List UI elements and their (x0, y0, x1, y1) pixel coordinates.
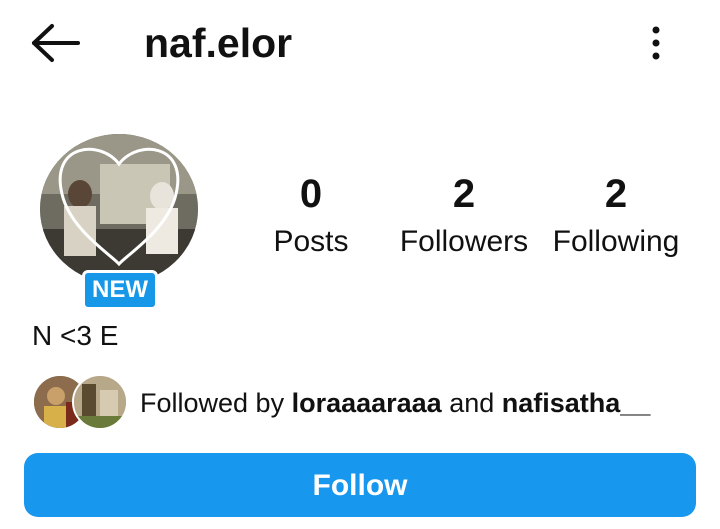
new-badge: NEW (82, 270, 158, 310)
follow-button[interactable]: Follow (24, 453, 696, 517)
followers-stat[interactable]: 2 Followers (393, 170, 535, 262)
mutual-avatar-2 (72, 374, 128, 430)
mutual-avatar-photo-2 (74, 376, 126, 428)
profile-header: naf.elor (0, 0, 720, 86)
mutual-prefix: Followed by (140, 388, 292, 418)
followers-count: 2 (452, 172, 476, 216)
posts-label: Posts (273, 225, 349, 258)
posts-count: 0 (299, 172, 323, 216)
mutual-user-2[interactable]: nafisatha__ (502, 388, 651, 418)
following-count: 2 (604, 172, 628, 216)
avatar-photo (40, 134, 198, 284)
arrow-left-icon[interactable] (30, 22, 82, 64)
following-stat[interactable]: 2 Following (544, 170, 688, 262)
page-title: naf.elor (144, 20, 293, 66)
mutual-joiner: and (441, 388, 502, 418)
mutual-followers-text: Followed by loraaaaraaa and nafisatha__ (140, 386, 650, 420)
posts-stat[interactable]: 0 Posts (250, 170, 372, 262)
following-label: Following (552, 225, 680, 258)
mutual-user-1[interactable]: loraaaaraaa (292, 388, 442, 418)
mutual-followers[interactable]: Followed by loraaaaraaa and nafisatha__ (32, 374, 692, 430)
more-vertical-icon[interactable] (640, 22, 672, 64)
avatar (40, 134, 198, 284)
profile-bio: N <3 E (32, 320, 119, 351)
followers-label: Followers (399, 225, 529, 258)
